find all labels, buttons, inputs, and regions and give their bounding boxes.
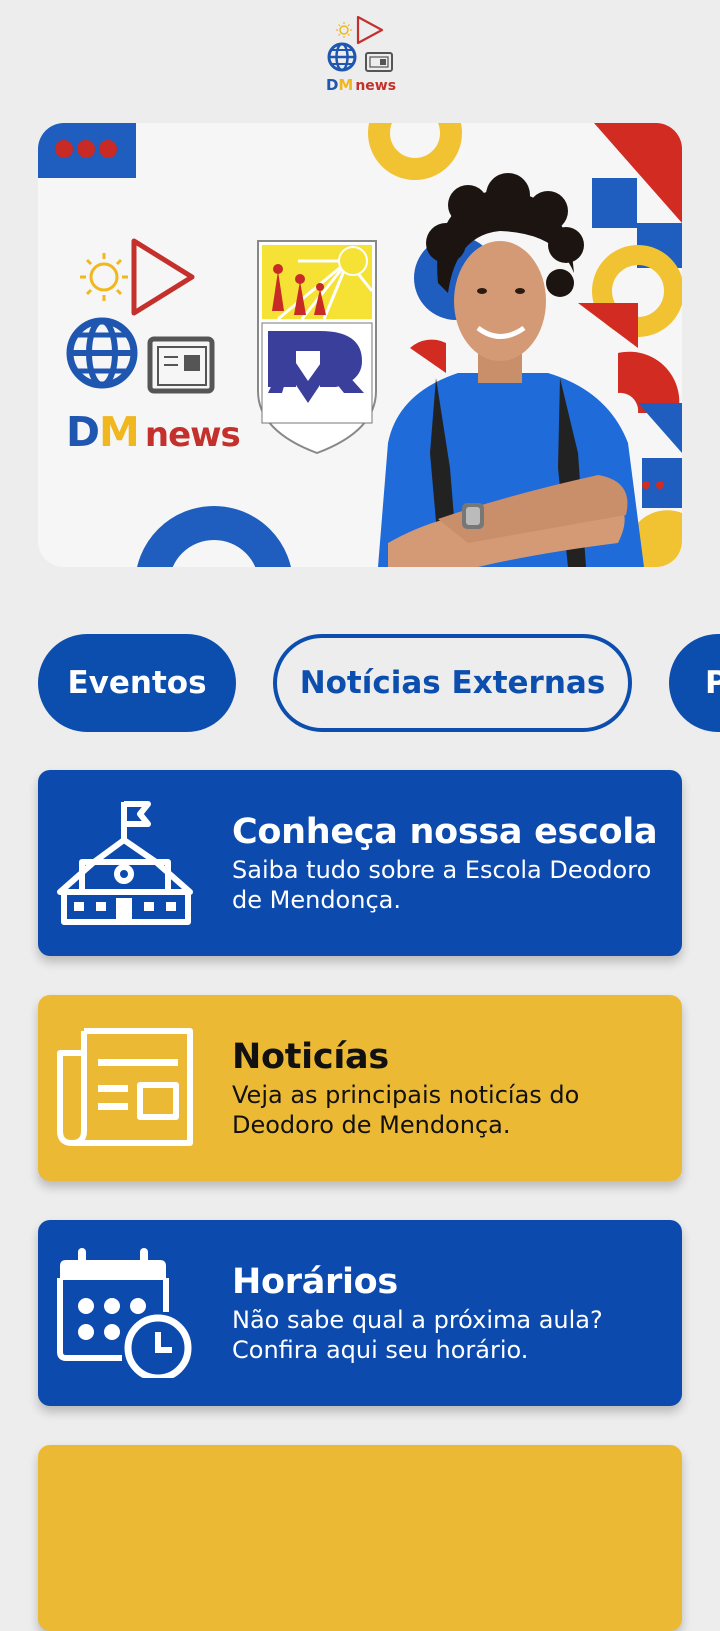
banner-wordmark: DM news <box>66 408 241 456</box>
tab-label: Notícias Externas <box>299 665 606 701</box>
hero-banner[interactable]: DM news <box>38 123 682 567</box>
card-title: Conheça nossa escola <box>232 812 658 852</box>
student-photo <box>378 173 644 567</box>
card-schedule[interactable]: Horários Não sabe qual a próxima aula? C… <box>38 1220 682 1406</box>
category-tabs: Eventos Notícias Externas P <box>0 634 720 732</box>
school-icon <box>57 801 193 925</box>
card-description: Veja as principais noticías do Deodoro d… <box>232 1081 580 1139</box>
card-description: Saiba tudo sobre a Escola Deodoro de Men… <box>232 856 652 914</box>
logo-news-text: news <box>355 78 397 94</box>
tab-label: P <box>705 665 720 701</box>
tab-eventos[interactable]: Eventos <box>38 634 236 732</box>
dmnews-logo-icon <box>327 15 393 72</box>
calendar-clock-icon <box>57 1248 192 1378</box>
card-partial[interactable] <box>38 1445 682 1631</box>
tab-label: Eventos <box>67 665 207 701</box>
logo-letter-m: M <box>338 76 354 94</box>
banner-artwork <box>38 123 682 567</box>
newspaper-icon <box>57 1028 193 1146</box>
banner-letter-d: D <box>66 408 100 456</box>
app-logo: DM news <box>324 14 398 98</box>
logo-letter-d: D <box>325 76 339 94</box>
tab-partial[interactable]: P <box>669 634 720 732</box>
banner-letter-m: M <box>99 408 140 456</box>
card-school[interactable]: Conheça nossa escola Saiba tudo sobre a … <box>38 770 682 956</box>
card-news[interactable]: Noticías Veja as principais noticías do … <box>38 995 682 1181</box>
tab-noticias-externas[interactable]: Notícias Externas <box>273 634 632 732</box>
logo-wordmark: DM news <box>324 76 398 94</box>
card-title: Horários <box>232 1262 398 1302</box>
card-description: Não sabe qual a próxima aula? Confira aq… <box>232 1306 603 1364</box>
card-title: Noticías <box>232 1037 389 1077</box>
school-crest-icon <box>257 240 377 455</box>
banner-news-text: news <box>144 415 241 455</box>
